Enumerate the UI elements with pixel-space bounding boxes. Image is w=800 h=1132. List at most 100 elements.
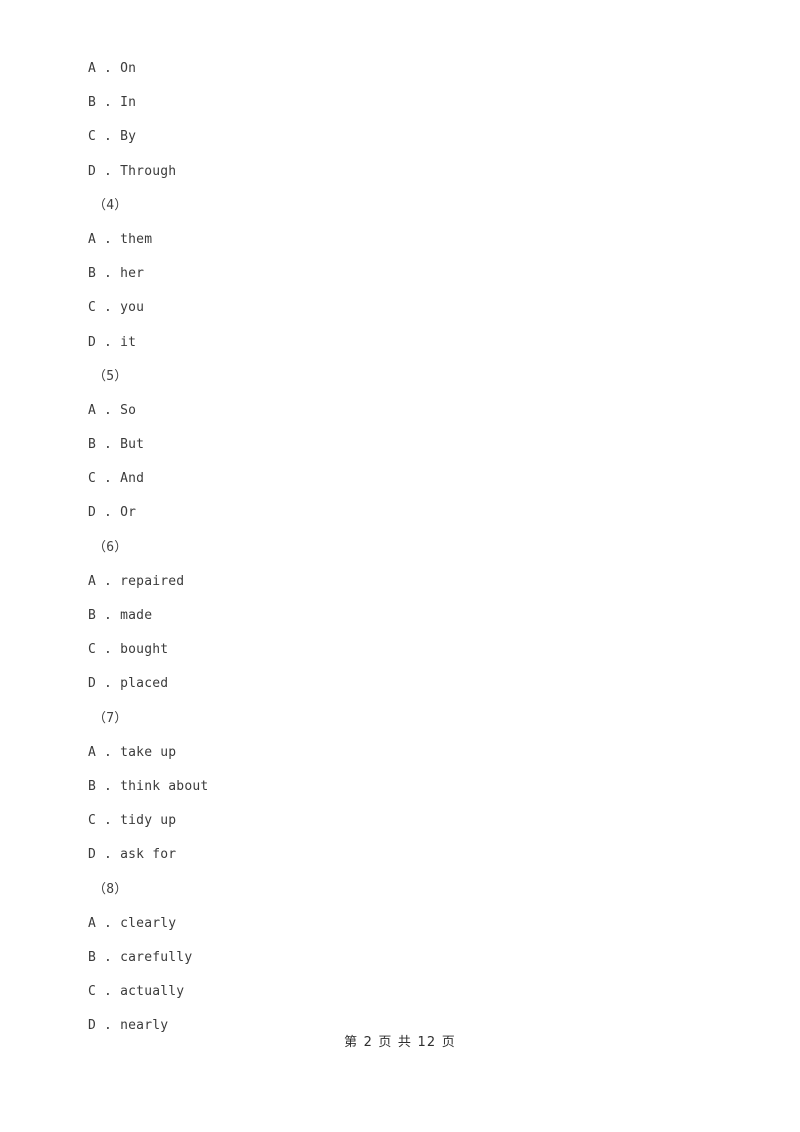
- option-text: repaired: [120, 573, 185, 589]
- option-row[interactable]: A . take up: [88, 736, 748, 770]
- option-letter: D: [88, 847, 97, 863]
- option-letter: A: [88, 915, 97, 931]
- option-separator: .: [96, 437, 121, 453]
- option-row[interactable]: D . placed: [88, 667, 748, 701]
- option-separator: .: [96, 949, 121, 965]
- option-text: bought: [120, 642, 169, 658]
- option-letter: A: [88, 61, 97, 76]
- option-separator: .: [96, 163, 121, 179]
- option-letter: A: [88, 573, 97, 589]
- option-letter: D: [88, 334, 97, 350]
- option-text: By: [120, 129, 137, 145]
- option-separator: .: [96, 915, 121, 931]
- option-text: actually: [120, 984, 185, 1000]
- option-letter: C: [88, 813, 97, 829]
- option-letter: C: [88, 300, 97, 316]
- option-row[interactable]: D . ask for: [88, 838, 748, 872]
- option-letter: B: [88, 949, 97, 965]
- option-letter: D: [88, 676, 97, 692]
- option-row[interactable]: A . On: [88, 52, 748, 86]
- option-row[interactable]: B . her: [88, 257, 748, 291]
- option-row[interactable]: C . bought: [88, 633, 748, 667]
- option-letter: B: [88, 266, 97, 282]
- question-number: （8）: [93, 881, 128, 897]
- option-separator: .: [96, 334, 121, 350]
- option-text: think about: [120, 778, 209, 794]
- option-separator: .: [96, 471, 121, 487]
- option-text: made: [120, 608, 153, 623]
- option-letter: A: [88, 402, 97, 418]
- option-text: placed: [120, 676, 169, 692]
- option-text: And: [120, 471, 145, 487]
- option-separator: .: [96, 505, 121, 521]
- option-row[interactable]: A . So: [88, 394, 748, 428]
- page-footer: 第 2 页 共 12 页: [344, 1035, 456, 1050]
- option-text: tidy up: [120, 813, 177, 829]
- option-letter: A: [88, 231, 97, 247]
- option-letter: C: [88, 984, 97, 1000]
- option-separator: .: [96, 266, 121, 282]
- question-number: （4）: [93, 197, 128, 213]
- exam-page: A . On B . In C . By D . Through （4） A . them…: [0, 0, 800, 1132]
- option-separator: .: [96, 778, 121, 794]
- option-letter: A: [88, 744, 97, 760]
- option-row[interactable]: A . repaired: [88, 565, 748, 599]
- option-text: take up: [120, 744, 177, 760]
- option-text: it: [120, 334, 137, 350]
- option-row[interactable]: C . And: [88, 462, 748, 496]
- option-row[interactable]: B . carefully: [88, 941, 748, 975]
- question-list: A . On B . In C . By D . Through （4） A . them…: [88, 52, 748, 1043]
- option-letter: B: [88, 437, 97, 453]
- option-letter: B: [88, 778, 97, 794]
- option-row[interactable]: D . Or: [88, 496, 748, 530]
- option-text: them: [120, 231, 153, 247]
- question-number: （5）: [93, 368, 128, 384]
- option-letter: D: [88, 505, 97, 521]
- option-letter: D: [88, 163, 97, 179]
- option-text: In: [120, 95, 137, 111]
- option-separator: .: [96, 676, 121, 692]
- option-text: you: [120, 300, 145, 316]
- option-separator: .: [96, 573, 121, 589]
- option-row[interactable]: C . By: [88, 120, 748, 154]
- option-letter: B: [88, 95, 97, 111]
- option-row[interactable]: C . tidy up: [88, 804, 748, 838]
- option-separator: .: [96, 129, 121, 145]
- option-row[interactable]: A . them: [88, 223, 748, 257]
- option-separator: .: [96, 847, 121, 863]
- option-separator: .: [96, 984, 121, 1000]
- option-separator: .: [96, 608, 121, 623]
- option-letter: B: [88, 608, 97, 623]
- option-letter: C: [88, 642, 97, 658]
- option-separator: .: [96, 231, 121, 247]
- question-number: （7）: [93, 710, 128, 726]
- option-row[interactable]: C . you: [88, 291, 748, 325]
- option-separator: .: [96, 402, 121, 418]
- option-text: ask for: [120, 847, 177, 863]
- option-text: But: [120, 437, 145, 453]
- option-separator: .: [96, 744, 121, 760]
- option-row[interactable]: D . Through: [88, 155, 748, 189]
- option-letter: C: [88, 129, 97, 145]
- option-text: On: [120, 61, 137, 76]
- option-row[interactable]: B . think about: [88, 770, 748, 804]
- option-separator: .: [96, 300, 121, 316]
- option-row[interactable]: A . clearly: [88, 907, 748, 941]
- question-number: （6）: [93, 539, 128, 555]
- option-text: clearly: [120, 915, 177, 931]
- option-row[interactable]: B . made: [88, 599, 748, 633]
- option-row[interactable]: B . In: [88, 86, 748, 120]
- option-separator: .: [96, 813, 121, 829]
- option-letter: C: [88, 471, 97, 487]
- option-text: So: [120, 402, 137, 418]
- option-text: her: [120, 266, 145, 282]
- option-separator: .: [96, 95, 121, 111]
- option-row[interactable]: B . But: [88, 428, 748, 462]
- option-text: Through: [120, 163, 177, 179]
- option-row[interactable]: D . it: [88, 326, 748, 360]
- option-separator: .: [96, 642, 121, 658]
- option-text: Or: [120, 505, 137, 521]
- option-text: carefully: [120, 949, 193, 965]
- option-row[interactable]: C . actually: [88, 975, 748, 1009]
- option-separator: .: [96, 61, 121, 76]
